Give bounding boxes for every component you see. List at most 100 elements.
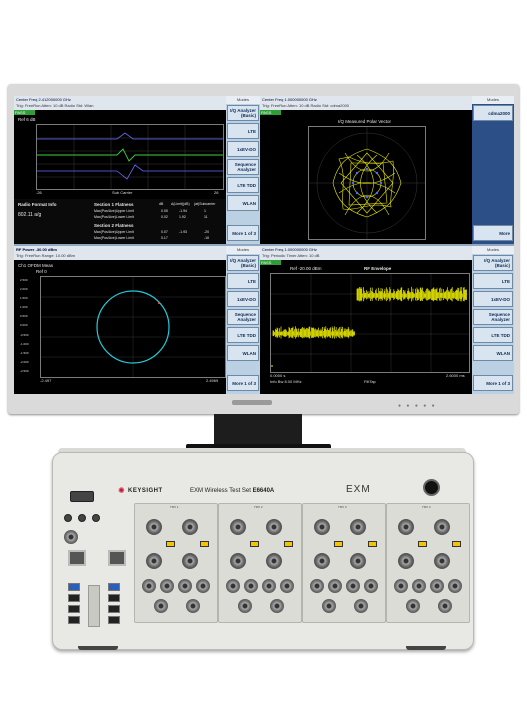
lan-port[interactable] xyxy=(68,550,86,566)
plot-grid xyxy=(309,127,425,239)
rf-connector[interactable] xyxy=(160,579,174,593)
softkey-iq-analyzer[interactable]: I/Q Analyzer (Basic) xyxy=(473,255,513,271)
softkey-more[interactable]: More 1 of 3 xyxy=(227,225,259,241)
rf-connector[interactable] xyxy=(350,519,366,535)
rf-connector[interactable] xyxy=(266,519,282,535)
rf-connector[interactable] xyxy=(398,519,414,535)
rf-connector[interactable] xyxy=(434,553,450,569)
softkey-1xev-do[interactable]: 1xEV-DO xyxy=(473,291,513,307)
softkey-lte[interactable]: LTE xyxy=(227,123,259,139)
rf-connector[interactable] xyxy=(314,519,330,535)
rf-connector[interactable] xyxy=(448,579,462,593)
rf-connector[interactable] xyxy=(328,579,342,593)
rf-connector[interactable] xyxy=(230,519,246,535)
rf-connector[interactable] xyxy=(196,579,210,593)
rf-connector[interactable] xyxy=(238,599,252,613)
rf-connector[interactable] xyxy=(182,553,198,569)
usb-port[interactable] xyxy=(108,583,120,591)
rf-connector[interactable] xyxy=(154,599,168,613)
softkey-lte-tdd[interactable]: LTE TDD xyxy=(227,177,259,193)
monitor-buttons[interactable]: ● ● ● ● ● xyxy=(398,403,437,409)
rf-connector[interactable] xyxy=(244,579,258,593)
rf-connector[interactable] xyxy=(230,553,246,569)
rf-connector[interactable] xyxy=(186,599,200,613)
rf-connector[interactable] xyxy=(270,599,284,613)
softkey-lte-tdd[interactable]: LTE TDD xyxy=(227,327,259,343)
rf-connector[interactable] xyxy=(266,553,282,569)
softkey-sequence-analyzer[interactable]: Sequence Analyzer xyxy=(227,309,259,325)
rf-connector[interactable] xyxy=(314,553,330,569)
softkey-sequence-analyzer[interactable]: Sequence Analyzer xyxy=(227,159,259,175)
table-cell: 0.17 xyxy=(161,236,168,240)
rf-connector[interactable] xyxy=(406,599,420,613)
pass-indicator: PASS xyxy=(14,110,35,115)
trx-label: TRX 3 xyxy=(338,505,347,509)
usb-port[interactable] xyxy=(108,605,120,613)
lan-port[interactable] xyxy=(108,550,126,566)
usb-port[interactable] xyxy=(68,616,80,624)
trx-label: TRX 4 xyxy=(422,505,431,509)
rf-connector[interactable] xyxy=(346,579,360,593)
softkey-more[interactable]: More xyxy=(473,225,513,241)
rf-connector[interactable] xyxy=(146,553,162,569)
rf-connector[interactable] xyxy=(438,599,452,613)
rf-connector[interactable] xyxy=(178,579,192,593)
rf-connector[interactable] xyxy=(226,579,240,593)
trigger-info: Trig: Periodic Timer Atten: 10 dB xyxy=(262,253,320,258)
rf-connector[interactable] xyxy=(398,553,414,569)
usb-port[interactable] xyxy=(68,594,80,602)
usb-port[interactable] xyxy=(68,605,80,613)
softkey-iq-analyzer[interactable]: I/Q Analyzer (Basic) xyxy=(227,105,259,121)
table-row-label: Max(Pos/Ave)Lower Limit xyxy=(94,215,134,219)
rf-connector[interactable] xyxy=(350,553,366,569)
y-tick: -2.000 xyxy=(20,359,29,364)
softkey-1xev-do[interactable]: 1xEV-DO xyxy=(227,291,259,307)
usb-port[interactable] xyxy=(108,594,120,602)
softkey-lte-tdd[interactable]: LTE TDD xyxy=(473,327,513,343)
softkey-lte[interactable]: LTE xyxy=(227,273,259,289)
softkey-header: Modes xyxy=(226,246,260,254)
quadrant-top-right: Center Freq 1.000000000 GHz Trig: FreeRu… xyxy=(260,96,472,244)
rf-connector[interactable] xyxy=(434,519,450,535)
pass-indicator: PASS xyxy=(260,110,281,115)
rf-connector[interactable] xyxy=(310,579,324,593)
softkey-lte[interactable]: LTE xyxy=(473,273,513,289)
softkey-more[interactable]: More 1 of 3 xyxy=(473,375,513,391)
serial-port[interactable] xyxy=(70,491,94,502)
rf-connector[interactable] xyxy=(280,579,294,593)
usb-port[interactable] xyxy=(108,616,120,624)
ref-level-label: Ref 0 xyxy=(36,269,47,274)
bnc-connector[interactable] xyxy=(64,530,78,544)
softkey-sequence-analyzer[interactable]: Sequence Analyzer xyxy=(473,309,513,325)
warning-label-icon xyxy=(284,541,293,547)
softkey-more[interactable]: More 1 of 3 xyxy=(227,375,259,391)
plot-grid xyxy=(41,277,225,377)
y-tick: 1.000 xyxy=(20,305,28,310)
polar-vector-plot xyxy=(308,126,426,240)
x-axis-left: -2.497 xyxy=(40,378,52,383)
rf-connector[interactable] xyxy=(394,579,408,593)
softkey-iq-analyzer[interactable]: I/Q Analyzer (Basic) xyxy=(227,255,259,271)
softkey-1xev-do[interactable]: 1xEV-DO xyxy=(227,141,259,157)
table-cell: 0.02 xyxy=(161,215,168,219)
y-tick: 2.000 xyxy=(20,287,28,292)
rf-connector[interactable] xyxy=(364,579,378,593)
softkey-wlan[interactable]: WLAN xyxy=(227,195,259,211)
softkey-header: Modes xyxy=(472,96,514,104)
rf-connector[interactable] xyxy=(412,579,426,593)
rf-connector[interactable] xyxy=(322,599,336,613)
rf-connector[interactable] xyxy=(182,519,198,535)
ref-level-label: Ref 6 dB xyxy=(18,117,36,122)
power-button[interactable] xyxy=(423,479,440,496)
rf-connector[interactable] xyxy=(142,579,156,593)
monitor-logo xyxy=(232,400,272,405)
softkey-wlan[interactable]: WLAN xyxy=(473,345,513,361)
rf-connector[interactable] xyxy=(262,579,276,593)
rf-connector[interactable] xyxy=(430,579,444,593)
rf-connector[interactable] xyxy=(354,599,368,613)
softkey-wlan[interactable]: WLAN xyxy=(227,345,259,361)
usb-port[interactable] xyxy=(68,583,80,591)
quadrant-top-left: Center Freq 2.412000000 GHz Trig: FreeRu… xyxy=(14,96,226,244)
rf-connector[interactable] xyxy=(146,519,162,535)
softkey-cdma2000[interactable]: cdma2000 xyxy=(473,105,513,121)
